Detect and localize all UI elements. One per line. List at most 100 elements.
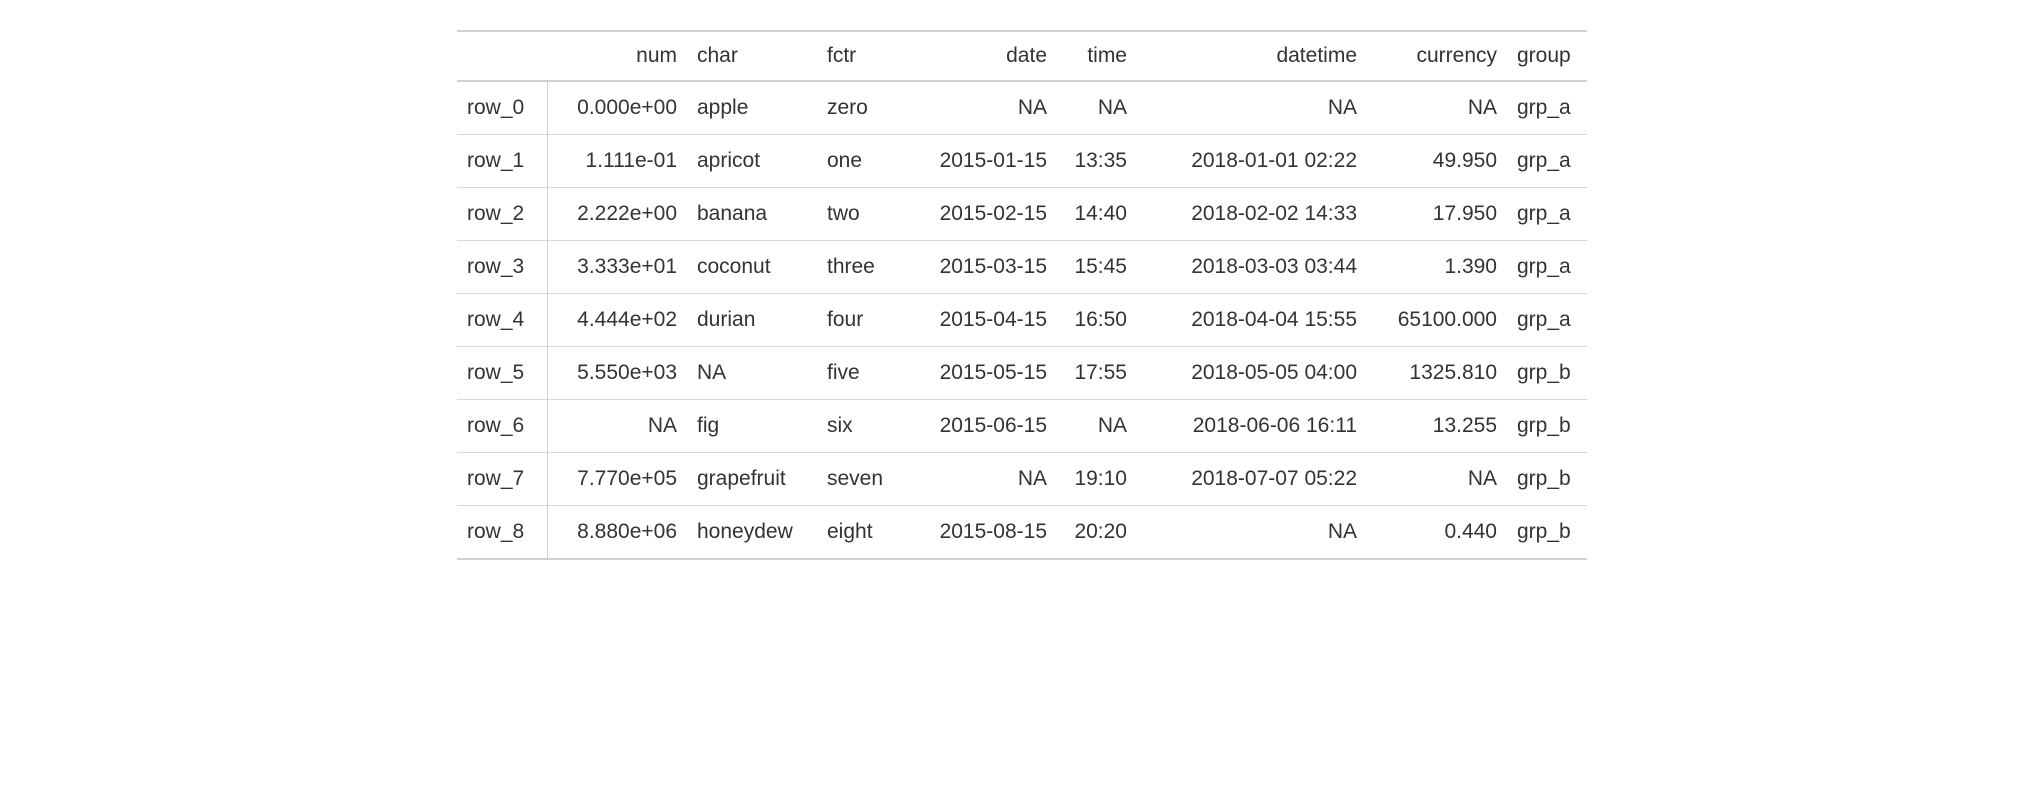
table-row: row_88.880e+06honeydeweight2015-08-1520:… — [457, 506, 1587, 560]
cell-datetime: 2018-06-06 16:11 — [1137, 400, 1367, 453]
cell-time: 14:40 — [1057, 188, 1137, 241]
row-stub: row_5 — [457, 347, 547, 400]
cell-datetime: 2018-03-03 03:44 — [1137, 241, 1367, 294]
cell-char: coconut — [687, 241, 817, 294]
cell-currency: 65100.000 — [1367, 294, 1507, 347]
cell-char: banana — [687, 188, 817, 241]
cell-time: 20:20 — [1057, 506, 1137, 560]
table-row: row_00.000e+00applezeroNANANANAgrp_a — [457, 81, 1587, 135]
cell-date: 2015-04-15 — [907, 294, 1057, 347]
cell-date: 2015-06-15 — [907, 400, 1057, 453]
cell-char: NA — [687, 347, 817, 400]
header-datetime: datetime — [1137, 31, 1367, 81]
cell-date: NA — [907, 81, 1057, 135]
cell-date: 2015-02-15 — [907, 188, 1057, 241]
cell-date: 2015-01-15 — [907, 135, 1057, 188]
cell-time: 16:50 — [1057, 294, 1137, 347]
cell-fctr: one — [817, 135, 907, 188]
header-row: num char fctr date time datetime currenc… — [457, 31, 1587, 81]
table-head: num char fctr date time datetime currenc… — [457, 31, 1587, 81]
cell-date: 2015-08-15 — [907, 506, 1057, 560]
cell-time: 19:10 — [1057, 453, 1137, 506]
table-row: row_11.111e-01apricotone2015-01-1513:352… — [457, 135, 1587, 188]
row-stub: row_0 — [457, 81, 547, 135]
cell-currency: 13.255 — [1367, 400, 1507, 453]
cell-fctr: three — [817, 241, 907, 294]
cell-group: grp_b — [1507, 453, 1587, 506]
data-table: num char fctr date time datetime currenc… — [457, 30, 1587, 560]
cell-char: grapefruit — [687, 453, 817, 506]
cell-num: 8.880e+06 — [547, 506, 687, 560]
cell-fctr: four — [817, 294, 907, 347]
data-table-container: num char fctr date time datetime currenc… — [457, 30, 1587, 560]
table-row: row_33.333e+01coconutthree2015-03-1515:4… — [457, 241, 1587, 294]
cell-time: 15:45 — [1057, 241, 1137, 294]
cell-fctr: zero — [817, 81, 907, 135]
cell-time: 13:35 — [1057, 135, 1137, 188]
header-fctr: fctr — [817, 31, 907, 81]
cell-char: apricot — [687, 135, 817, 188]
cell-group: grp_a — [1507, 241, 1587, 294]
cell-currency: NA — [1367, 81, 1507, 135]
cell-datetime: 2018-01-01 02:22 — [1137, 135, 1367, 188]
cell-date: 2015-05-15 — [907, 347, 1057, 400]
cell-num: 0.000e+00 — [547, 81, 687, 135]
cell-datetime: NA — [1137, 506, 1367, 560]
cell-fctr: seven — [817, 453, 907, 506]
cell-fctr: eight — [817, 506, 907, 560]
cell-time: NA — [1057, 400, 1137, 453]
header-date: date — [907, 31, 1057, 81]
row-stub: row_4 — [457, 294, 547, 347]
cell-char: fig — [687, 400, 817, 453]
row-stub: row_2 — [457, 188, 547, 241]
cell-datetime: 2018-04-04 15:55 — [1137, 294, 1367, 347]
table-body: row_00.000e+00applezeroNANANANAgrp_arow_… — [457, 81, 1587, 559]
cell-date: 2015-03-15 — [907, 241, 1057, 294]
header-currency: currency — [1367, 31, 1507, 81]
header-group: group — [1507, 31, 1587, 81]
table-row: row_22.222e+00bananatwo2015-02-1514:4020… — [457, 188, 1587, 241]
table-row: row_55.550e+03NAfive2015-05-1517:552018-… — [457, 347, 1587, 400]
cell-num: 1.111e-01 — [547, 135, 687, 188]
cell-num: 2.222e+00 — [547, 188, 687, 241]
cell-char: honeydew — [687, 506, 817, 560]
cell-currency: 1.390 — [1367, 241, 1507, 294]
cell-date: NA — [907, 453, 1057, 506]
cell-num: NA — [547, 400, 687, 453]
table-row: row_44.444e+02durianfour2015-04-1516:502… — [457, 294, 1587, 347]
cell-group: grp_b — [1507, 400, 1587, 453]
cell-fctr: two — [817, 188, 907, 241]
cell-num: 3.333e+01 — [547, 241, 687, 294]
row-stub: row_7 — [457, 453, 547, 506]
cell-group: grp_a — [1507, 81, 1587, 135]
header-stub — [457, 31, 547, 81]
table-row: row_77.770e+05grapefruitsevenNA19:102018… — [457, 453, 1587, 506]
row-stub: row_8 — [457, 506, 547, 560]
header-num: num — [547, 31, 687, 81]
cell-group: grp_a — [1507, 294, 1587, 347]
cell-time: NA — [1057, 81, 1137, 135]
cell-group: grp_a — [1507, 135, 1587, 188]
cell-currency: 0.440 — [1367, 506, 1507, 560]
cell-num: 5.550e+03 — [547, 347, 687, 400]
cell-time: 17:55 — [1057, 347, 1137, 400]
cell-datetime: 2018-07-07 05:22 — [1137, 453, 1367, 506]
cell-num: 7.770e+05 — [547, 453, 687, 506]
cell-datetime: NA — [1137, 81, 1367, 135]
cell-currency: 49.950 — [1367, 135, 1507, 188]
cell-currency: 17.950 — [1367, 188, 1507, 241]
cell-fctr: five — [817, 347, 907, 400]
cell-group: grp_a — [1507, 188, 1587, 241]
row-stub: row_3 — [457, 241, 547, 294]
table-row: row_6NAfigsix2015-06-15NA2018-06-06 16:1… — [457, 400, 1587, 453]
cell-datetime: 2018-05-05 04:00 — [1137, 347, 1367, 400]
cell-fctr: six — [817, 400, 907, 453]
cell-datetime: 2018-02-02 14:33 — [1137, 188, 1367, 241]
row-stub: row_6 — [457, 400, 547, 453]
cell-num: 4.444e+02 — [547, 294, 687, 347]
cell-currency: NA — [1367, 453, 1507, 506]
cell-char: apple — [687, 81, 817, 135]
cell-group: grp_b — [1507, 506, 1587, 560]
header-time: time — [1057, 31, 1137, 81]
row-stub: row_1 — [457, 135, 547, 188]
